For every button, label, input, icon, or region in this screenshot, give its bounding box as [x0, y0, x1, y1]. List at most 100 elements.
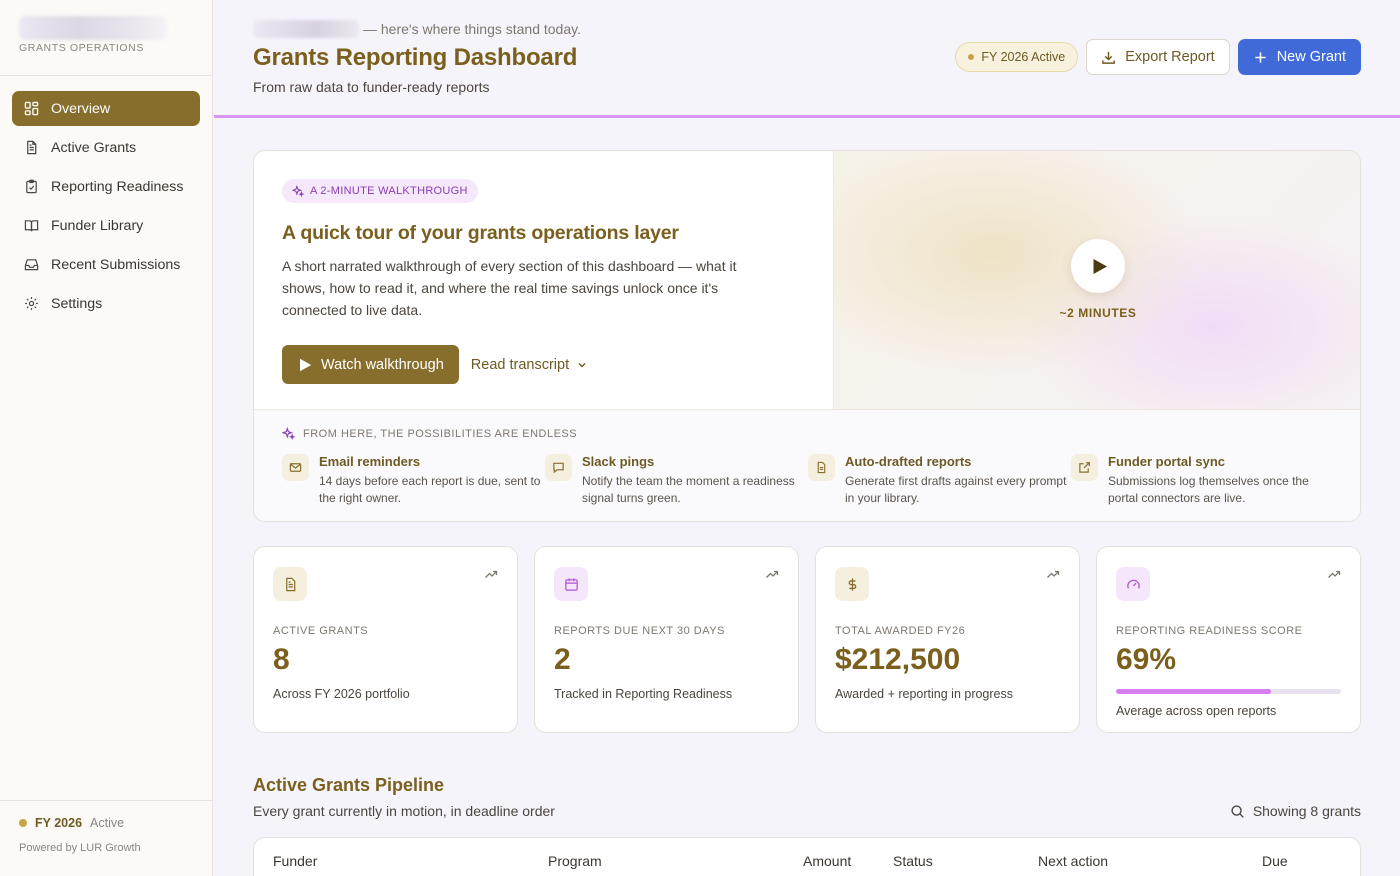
sidebar-nav: Overview Active Grants Reporting Readine…: [0, 76, 212, 321]
stat-note: Awarded + reporting in progress: [835, 687, 1013, 701]
chevron-down-icon: [578, 362, 586, 368]
walkthrough-intro: A 2-MINUTE WALKTHROUGH A quick tour of y…: [254, 151, 834, 409]
stat-card-total-awarded: TOTAL AWARDED FY26 $212,500 Awarded + re…: [815, 546, 1080, 733]
stat-icon-box: [273, 567, 307, 601]
column-header-status[interactable]: Status: [893, 853, 933, 869]
calendar-icon: [564, 577, 578, 591]
sidebar-item-label: Reporting Readiness: [51, 178, 184, 195]
grid-icon: [24, 101, 39, 116]
walkthrough-pill-label: A 2-MINUTE WALKTHROUGH: [310, 185, 468, 197]
sidebar-item-settings[interactable]: Settings: [12, 286, 200, 321]
org-logo: [19, 16, 167, 40]
stat-note: Across FY 2026 portfolio: [273, 687, 410, 701]
inbox-icon: [24, 259, 39, 271]
stat-note: Average across open reports: [1116, 704, 1277, 718]
possibility-description: 14 days before each report is due, sent …: [319, 474, 541, 505]
possibility-icon-box: [282, 454, 309, 481]
column-header-amount[interactable]: Amount: [803, 853, 851, 869]
column-header-due[interactable]: Due: [1262, 853, 1288, 869]
greeting-text: — here's where things stand today.: [363, 21, 581, 37]
play-icon: [1093, 258, 1107, 274]
column-header-program[interactable]: Program: [548, 853, 602, 869]
sidebar-item-active-grants[interactable]: Active Grants: [12, 130, 200, 165]
possibility-icon-box: [808, 454, 835, 481]
possibility-funder-portal-sync: Funder portal sync Submissions log thems…: [1071, 454, 1334, 506]
sidebar-item-label: Active Grants: [51, 139, 137, 156]
pipeline-table: Funder Program Amount Status Next action…: [253, 837, 1361, 876]
pipeline-search[interactable]: Showing 8 grants: [1230, 803, 1361, 819]
walkthrough-actions: Watch walkthrough Read transcript: [282, 345, 805, 384]
sparkle-icon: [292, 185, 304, 197]
trending-up-icon: [485, 570, 498, 578]
sidebar-item-label: Settings: [51, 295, 103, 312]
possibilities-list: Email reminders 14 days before each repo…: [282, 454, 1334, 506]
possibility-email-reminders: Email reminders 14 days before each repo…: [282, 454, 545, 506]
sidebar-item-reporting-readiness[interactable]: Reporting Readiness: [12, 169, 200, 204]
stat-label: REPORTING READINESS SCORE: [1116, 625, 1303, 637]
new-grant-button[interactable]: New Grant: [1237, 39, 1361, 75]
possibilities-heading-label: FROM HERE, THE POSSIBILITIES ARE ENDLESS: [303, 427, 578, 440]
header-actions: FY 2026 Active Export Report New Grant: [955, 39, 1361, 75]
chat-icon: [553, 462, 564, 474]
column-header-next-action[interactable]: Next action: [1038, 853, 1108, 869]
page-subtitle: From raw data to funder-ready reports: [253, 79, 490, 95]
walkthrough-video[interactable]: ~2 MINUTES: [834, 151, 1360, 409]
read-transcript-label: Read transcript: [470, 356, 570, 373]
gear-icon: [25, 297, 38, 310]
org-subtitle: GRANTS OPERATIONS: [19, 42, 144, 54]
export-report-button[interactable]: Export Report: [1086, 39, 1230, 75]
stat-icon-box: [835, 567, 869, 601]
readiness-progress-fill: [1116, 689, 1272, 694]
possibility-icon-box: [1071, 454, 1098, 481]
possibility-description: Submissions log themselves once the port…: [1108, 474, 1309, 505]
possibility-title: Auto-drafted reports: [845, 454, 972, 469]
readiness-progress-bar: [1116, 689, 1341, 694]
user-name-redacted: [253, 20, 359, 38]
sidebar-item-overview[interactable]: Overview: [12, 91, 200, 126]
stat-note: Tracked in Reporting Readiness: [554, 687, 733, 701]
dollar-icon: [848, 577, 856, 591]
pipeline-subtitle: Every grant currently in motion, in dead…: [253, 803, 555, 819]
possibilities-heading: FROM HERE, THE POSSIBILITIES ARE ENDLESS: [282, 427, 1334, 440]
walkthrough-description: A short narrated walkthrough of every se…: [282, 258, 737, 318]
mail-icon: [289, 463, 302, 472]
watch-walkthrough-label: Watch walkthrough: [321, 356, 444, 373]
read-transcript-toggle[interactable]: Read transcript: [471, 357, 588, 373]
pipeline-count: Showing 8 grants: [1252, 803, 1361, 819]
fiscal-year-badge: FY 2026 Active: [955, 42, 1079, 72]
document-icon: [27, 140, 37, 155]
fiscal-year-state: Active: [90, 816, 125, 830]
external-link-icon: [1079, 462, 1090, 473]
export-report-label: Export Report: [1125, 49, 1215, 65]
stat-label: ACTIVE GRANTS: [273, 625, 369, 637]
watch-walkthrough-button[interactable]: Watch walkthrough: [282, 345, 459, 384]
powered-by: Powered by LUR Growth: [19, 842, 141, 854]
sidebar-item-label: Funder Library: [51, 217, 144, 234]
fiscal-year-badge-label: FY 2026 Active: [981, 50, 1066, 64]
possibility-icon-box: [545, 454, 572, 481]
sidebar-item-recent-submissions[interactable]: Recent Submissions: [12, 247, 200, 282]
clipboard-check-icon: [26, 179, 37, 194]
stat-icon-box: [554, 567, 588, 601]
document-icon: [285, 577, 295, 591]
possibility-title: Email reminders: [319, 454, 421, 469]
possibilities-panel: FROM HERE, THE POSSIBILITIES ARE ENDLESS…: [254, 409, 1360, 521]
sidebar-item-label: Recent Submissions: [51, 256, 181, 273]
stat-card-reports-due: REPORTS DUE NEXT 30 DAYS 2 Tracked in Re…: [534, 546, 799, 733]
new-grant-label: New Grant: [1276, 49, 1346, 65]
stat-label: REPORTS DUE NEXT 30 DAYS: [554, 625, 725, 637]
search-icon: [1231, 804, 1244, 818]
possibility-description: Notify the team the moment a readiness s…: [582, 474, 795, 505]
stat-value: $212,500: [835, 643, 961, 676]
walkthrough-title: A quick tour of your grants operations l…: [282, 222, 679, 244]
book-icon: [24, 220, 39, 232]
sparkle-icon: [282, 427, 295, 440]
gauge-icon: [1126, 579, 1140, 589]
video-play-button[interactable]: [1071, 239, 1125, 293]
possibility-slack-pings: Slack pings Notify the team the moment a…: [545, 454, 808, 506]
column-header-funder[interactable]: Funder: [273, 853, 317, 869]
fiscal-year: FY 2026: [35, 816, 83, 830]
walkthrough-pill: A 2-MINUTE WALKTHROUGH: [282, 179, 478, 203]
sidebar-item-funder-library[interactable]: Funder Library: [12, 208, 200, 243]
brand: GRANTS OPERATIONS: [0, 0, 212, 76]
